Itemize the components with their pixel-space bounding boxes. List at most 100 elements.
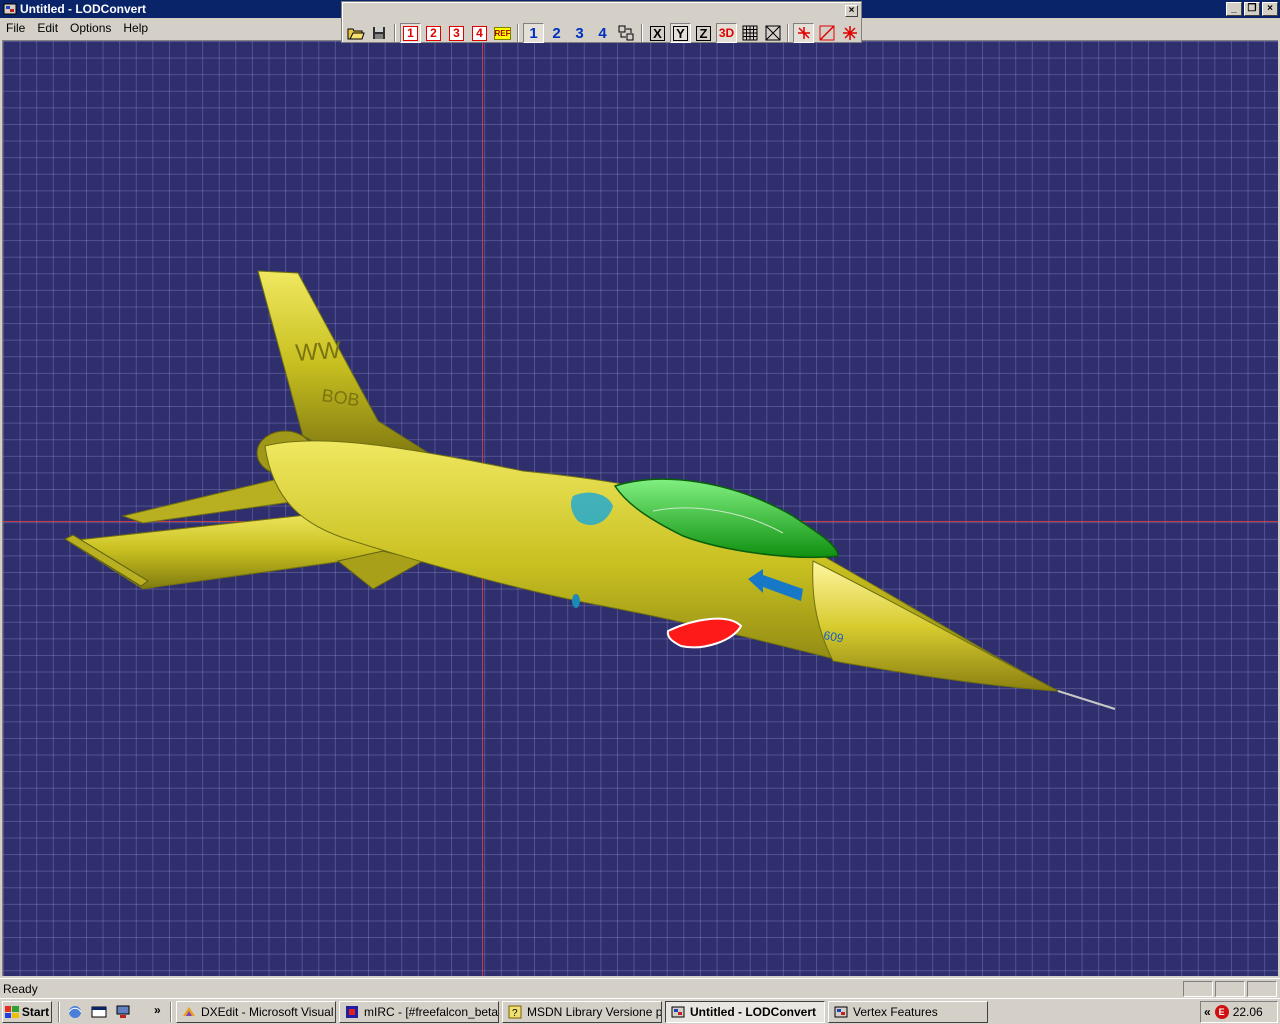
window-controls: _ ❐ × [1226, 2, 1278, 16]
lod-1-blue-button[interactable]: 1 [523, 23, 544, 43]
start-button[interactable]: Start [2, 1001, 52, 1023]
menu-edit[interactable]: Edit [31, 21, 64, 35]
intake-lip [666, 617, 743, 649]
status-pane [1215, 981, 1245, 997]
tail-code-text: WW [295, 337, 342, 367]
msdn-help-icon: ? [508, 1005, 522, 1019]
aircraft-model: WW BOB 609 [63, 270, 1116, 710]
mirc-icon [346, 1006, 358, 1018]
grid-icon [742, 25, 757, 41]
quick-launch-separator [58, 1002, 60, 1022]
task-label: Vertex Features [853, 1005, 938, 1019]
tray-app-icon[interactable]: E [1214, 1005, 1229, 1019]
task-label: MSDN Library Versione p... [527, 1005, 662, 1019]
lod-1-red-button[interactable]: 1 [400, 23, 421, 43]
menu-file[interactable]: File [0, 21, 31, 35]
bounding-box-icon [765, 25, 780, 41]
status-bar: Ready [0, 978, 1280, 998]
task-label: mIRC - [#freefalcon_beta ... [364, 1005, 499, 1019]
taskbar: Start » DXEdit - Microsoft Visual ... mI… [0, 998, 1280, 1024]
toolbar-row: 1 2 3 4 REF 1 2 3 4 X Y Z 3D [344, 22, 862, 44]
axis-z-label: Z [696, 25, 711, 41]
app-icon [3, 3, 17, 15]
save-button[interactable] [368, 23, 389, 43]
lod-1-red-label: 1 [403, 25, 418, 41]
ref-label: REF [494, 26, 511, 40]
lod-2-blue-button[interactable]: 2 [546, 23, 567, 43]
light-icon [797, 27, 810, 39]
view-3d-label: 3D [718, 26, 735, 40]
lod-1-blue-label: 1 [529, 24, 538, 42]
lod-2-red-button[interactable]: 2 [423, 23, 444, 43]
open-folder-icon [347, 28, 365, 40]
ref-button[interactable]: REF [492, 23, 513, 43]
minimize-button[interactable]: _ [1226, 2, 1242, 16]
lodconvert-window: Untitled - LODConvert _ ❐ × File Edit Op… [0, 0, 1280, 1024]
lod-4-blue-label: 4 [598, 24, 607, 42]
lod-3-blue-label: 3 [575, 24, 584, 42]
vertical-tail [257, 270, 435, 457]
toolbar-separator [787, 24, 789, 42]
open-button[interactable] [345, 23, 366, 43]
lod-4-red-label: 4 [472, 25, 487, 41]
floating-toolbar: × 1 2 3 4 REF 1 2 3 4 X Y Z 3D [341, 1, 862, 43]
show-desktop-icon[interactable] [90, 1003, 108, 1021]
svg-text:?: ? [512, 1008, 518, 1019]
star-light-icon [842, 26, 857, 40]
normals-button[interactable] [816, 23, 837, 43]
toolbar-separator [517, 24, 519, 42]
task-dxedit[interactable]: DXEdit - Microsoft Visual ... [176, 1001, 336, 1023]
lod-3-blue-button[interactable]: 3 [569, 23, 590, 43]
view-3d-button[interactable]: 3D [716, 23, 737, 43]
switch-lod-icon [618, 25, 633, 41]
network-icon[interactable] [114, 1003, 132, 1021]
toolbar-caption[interactable] [345, 5, 859, 19]
lod-3-red-label: 3 [449, 25, 464, 41]
task-msdn[interactable]: ? MSDN Library Versione p... [502, 1001, 662, 1023]
toolbar-separator [394, 24, 396, 42]
toolbar-close-button[interactable]: × [845, 5, 858, 17]
axis-x-label: X [650, 25, 665, 41]
quick-launch-more[interactable]: » [154, 1003, 161, 1017]
task-lodconvert[interactable]: Untitled - LODConvert [665, 1001, 825, 1023]
clock[interactable]: 22.06 [1233, 1005, 1263, 1019]
lod-4-red-button[interactable]: 4 [469, 23, 490, 43]
toolbar-separator [641, 24, 643, 42]
light-button[interactable] [793, 23, 814, 43]
ventral-fin [572, 594, 580, 608]
status-pane [1183, 981, 1213, 997]
nose-cone [812, 560, 1059, 692]
system-tray: « E 22.06 [1200, 1001, 1278, 1023]
star-light-button[interactable] [839, 23, 860, 43]
lod-4-blue-button[interactable]: 4 [592, 23, 613, 43]
floppy-disk-icon [372, 27, 385, 39]
lodconvert-icon [671, 1006, 685, 1018]
close-button[interactable]: × [1262, 2, 1278, 16]
task-vertex-features[interactable]: Vertex Features [828, 1001, 988, 1023]
lod-2-red-label: 2 [426, 25, 441, 41]
axis-y-button[interactable]: Y [670, 23, 691, 43]
window-title: Untitled - LODConvert [20, 2, 146, 16]
menu-help[interactable]: Help [117, 21, 154, 35]
axis-z-button[interactable]: Z [693, 23, 714, 43]
switch-button[interactable] [615, 23, 636, 43]
restore-button[interactable]: ❐ [1244, 2, 1260, 16]
tray-expand-button[interactable]: « [1204, 1005, 1211, 1019]
lod-3-red-button[interactable]: 3 [446, 23, 467, 43]
windows-logo-icon [4, 1006, 19, 1018]
visual-studio-icon [183, 1007, 195, 1016]
menu-options[interactable]: Options [64, 21, 117, 35]
task-label: Untitled - LODConvert [690, 1005, 816, 1019]
lodconvert-icon [834, 1006, 848, 1018]
axis-y-label: Y [673, 25, 688, 41]
taskbar-separator [170, 1002, 172, 1022]
lod-2-blue-label: 2 [552, 24, 561, 42]
internet-explorer-icon[interactable] [66, 1003, 84, 1021]
task-mirc[interactable]: mIRC - [#freefalcon_beta ... [339, 1001, 499, 1023]
start-label: Start [21, 1005, 50, 1019]
bounding-box-button[interactable] [762, 23, 783, 43]
axis-x-button[interactable]: X [647, 23, 668, 43]
grid-button[interactable] [739, 23, 760, 43]
3d-viewport[interactable]: WW BOB 609 [2, 40, 1278, 976]
task-label: DXEdit - Microsoft Visual ... [201, 1005, 336, 1019]
